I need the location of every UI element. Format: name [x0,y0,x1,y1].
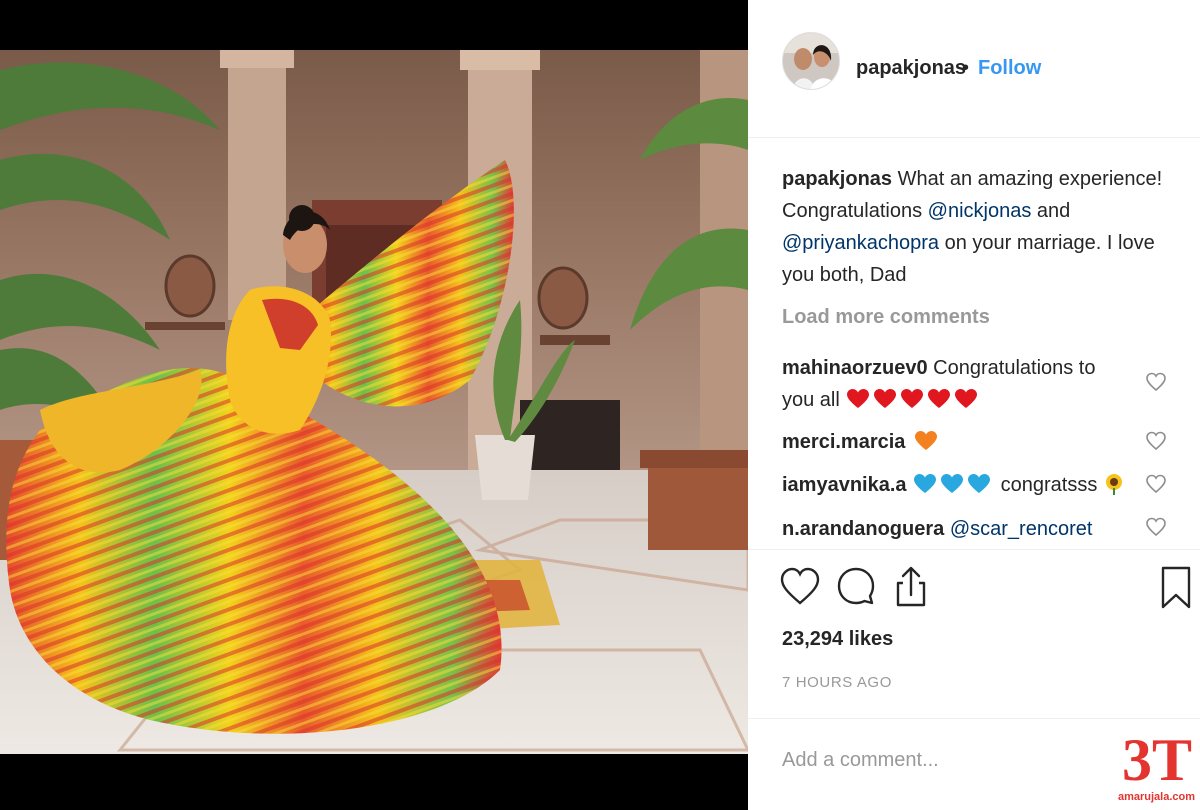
divider [748,718,1200,719]
caption-username[interactable]: papakjonas [782,168,892,190]
comment-item: merci.marcia [782,426,1122,458]
mention-scar-rencoret[interactable]: @scar_rencoret [950,518,1093,540]
comment-like-heart-icon[interactable] [1146,372,1166,392]
comment-item: mahinaorzuev0 Congratulations to you all [782,352,1122,416]
blue-hearts-emoji [914,474,995,496]
action-bar [748,565,1200,615]
like-heart-icon[interactable] [780,565,820,609]
post-timestamp: 7 HOURS AGO [782,674,892,691]
comment-username[interactable]: iamyavnika.a [782,474,907,496]
comment-like-heart-icon[interactable] [1146,474,1166,494]
header-separator: • [962,57,970,79]
share-icon[interactable] [891,565,931,609]
comment-icon[interactable] [836,565,876,609]
avatar[interactable] [782,32,840,90]
comment-item: iamyavnika.a congratsss [782,469,1142,501]
likes-count[interactable]: 23,294 likes [782,628,893,651]
logo-mark: 3T [1121,727,1193,793]
comment-like-heart-icon[interactable] [1146,431,1166,451]
sunflower-icon [1105,474,1122,495]
photo-illustration [0,50,748,754]
comment-text: congratsss [995,474,1098,496]
red-hearts-emoji [842,389,983,411]
add-comment-input[interactable] [782,743,1112,777]
comment-username[interactable]: merci.marcia [782,431,905,453]
post-caption: papakjonas What an amazing experience! C… [782,163,1167,291]
comment-username[interactable]: mahinaorzuev0 [782,357,928,379]
caption-text-2: and [1031,200,1071,222]
load-more-comments-button[interactable]: Load more comments [782,306,990,329]
follow-button[interactable]: Follow [978,57,1041,80]
post-header: papakjonas • Follow [748,0,1200,138]
comment-like-heart-icon[interactable] [1146,517,1166,537]
mention-nickjonas[interactable]: @nickjonas [928,200,1032,222]
bookmark-icon[interactable] [1156,565,1196,609]
comment-item: n.arandanoguera @scar_rencoret [782,513,1142,545]
post-media [0,0,748,810]
orange-heart-icon [914,431,937,450]
divider [748,549,1200,550]
mention-priyankachopra[interactable]: @priyankachopra [782,232,939,254]
header-username[interactable]: papakjonas [856,57,966,80]
post-panel: papakjonas • Follow papakjonas What an a… [748,0,1200,810]
comment-username[interactable]: n.arandanoguera [782,518,944,540]
amarujala-logo: 3T amarujala.com [1113,729,1200,810]
post-photo[interactable] [0,50,748,754]
logo-site: amarujala.com [1117,791,1196,803]
